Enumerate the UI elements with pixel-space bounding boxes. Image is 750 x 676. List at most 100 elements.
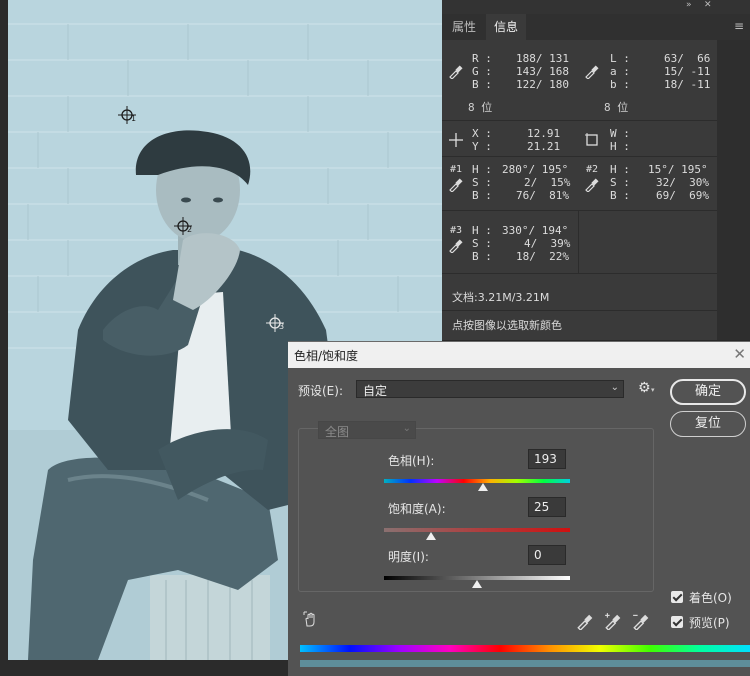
rgb-label-g: G :: [472, 65, 492, 78]
hue-saturation-dialog: 色相/饱和度 ✕ 预设(E): 自定 ⌄ ⚙ ▾ 确定 复位 全图 ⌄ 色相(H…: [288, 341, 750, 676]
panel-tabs: 属性 信息 ≡: [442, 14, 750, 40]
panel-menu-icon[interactable]: ≡: [734, 19, 744, 33]
color-sampler-2[interactable]: 2: [174, 217, 192, 235]
s2-value-b: 69/ 69%: [656, 189, 709, 202]
s2-label-b: B :: [610, 189, 630, 202]
sampler-2-id: #2: [586, 164, 599, 175]
eyedropper-icon: [449, 178, 463, 192]
s3-label-h: H :: [472, 224, 492, 237]
sampler-3-id: #3: [450, 225, 463, 236]
s2-label-h: H :: [610, 163, 630, 176]
saturation-slider-track: [384, 528, 570, 532]
sampler-number: 1: [131, 114, 137, 123]
document-size: 文档:3.21M/3.21M: [452, 291, 550, 304]
hue-slider-thumb[interactable]: [477, 483, 488, 491]
eyedropper-plus-icon[interactable]: [604, 612, 622, 630]
s1-label-h: H :: [472, 163, 492, 176]
dialog-titlebar[interactable]: 色相/饱和度 ✕: [288, 342, 750, 368]
rgb-label-b: B :: [472, 78, 492, 91]
preset-value: 自定: [363, 384, 388, 398]
rgb-value-g: 143/ 168: [516, 65, 569, 78]
lab-label-a: a :: [610, 65, 630, 78]
saturation-input[interactable]: 25: [528, 497, 566, 517]
eyedropper-icon: [449, 65, 463, 79]
saturation-label: 饱和度(A):: [388, 502, 446, 516]
eyedropper-icon[interactable]: [576, 612, 594, 630]
dialog-close-button[interactable]: ✕: [733, 345, 746, 363]
s3-value-h: 330°/ 194°: [502, 224, 569, 237]
s2-value-h: 15°/ 195°: [648, 163, 708, 176]
divider: [442, 156, 717, 157]
s3-value-b: 18/ 22%: [516, 250, 569, 263]
preview-checkbox[interactable]: [671, 616, 683, 628]
input-color-bar: [300, 645, 750, 652]
y-label: Y :: [472, 140, 492, 153]
divider: [442, 310, 717, 311]
divider: [442, 210, 717, 211]
colorize-checkbox[interactable]: [671, 591, 683, 603]
output-color-bar: [300, 660, 750, 667]
hue-label: 色相(H):: [388, 454, 435, 468]
s2-label-s: S :: [610, 176, 630, 189]
color-sampler-1[interactable]: 1: [118, 106, 136, 124]
preset-select[interactable]: 自定 ⌄: [356, 380, 624, 398]
bit-depth-left: 8 位: [468, 101, 493, 114]
s1-value-b: 76/ 81%: [516, 189, 569, 202]
eyedropper-icon: [585, 65, 599, 79]
gear-icon[interactable]: ⚙: [638, 380, 651, 396]
gear-menu-arrow: ▾: [651, 386, 655, 394]
lightness-input[interactable]: 0: [528, 545, 566, 565]
s3-value-s: 4/ 39%: [524, 237, 571, 250]
rgb-value-b: 122/ 180: [516, 78, 569, 91]
eyedropper-icon: [585, 178, 599, 192]
s2-value-s: 32/ 30%: [656, 176, 709, 189]
sampler-1-id: #1: [450, 164, 463, 175]
divider: [578, 211, 579, 273]
close-panel-button[interactable]: ✕: [704, 0, 712, 10]
y-value: 21.21: [527, 140, 561, 153]
hue-input[interactable]: 193: [528, 449, 566, 469]
selection-size-icon: [585, 133, 598, 146]
lab-value-l: 63/ 66: [664, 52, 711, 65]
chevron-down-icon: ⌄: [402, 423, 411, 434]
s1-value-s: 2/ 15%: [524, 176, 571, 189]
rgb-label-r: R :: [472, 52, 492, 65]
lightness-label: 明度(I):: [388, 550, 429, 564]
crosshair-icon: [449, 133, 463, 147]
info-panel: » ✕ 属性 信息 ≡ R : G : B : 188/ 131 143/ 16…: [442, 0, 750, 340]
panel-scrollbar[interactable]: [717, 40, 750, 340]
tab-info[interactable]: 信息: [486, 14, 527, 40]
s3-label-s: S :: [472, 237, 492, 250]
x-value: 12.91: [527, 127, 561, 140]
chevron-down-icon: ⌄: [610, 382, 619, 393]
hand-adjust-icon[interactable]: [302, 610, 320, 628]
lab-label-l: L :: [610, 52, 630, 65]
sampler-number: 2: [187, 225, 193, 234]
dialog-title: 色相/饱和度: [294, 349, 359, 363]
divider: [442, 273, 717, 274]
adjustment-group: [298, 428, 654, 592]
ok-button[interactable]: 确定: [670, 379, 746, 405]
divider: [442, 120, 717, 121]
colorize-label[interactable]: 着色(O): [689, 589, 732, 606]
info-hint: 点按图像以选取新颜色: [452, 319, 562, 332]
reset-button[interactable]: 复位: [670, 411, 746, 437]
tab-properties[interactable]: 属性: [444, 14, 484, 40]
s1-label-s: S :: [472, 176, 492, 189]
lab-label-b: b :: [610, 78, 630, 91]
lab-value-b: 18/ -11: [664, 78, 711, 91]
preview-label[interactable]: 预览(P): [689, 614, 730, 631]
collapse-panel-button[interactable]: »: [686, 0, 692, 10]
sampler-number: 3: [279, 322, 285, 331]
lab-value-a: 15/ -11: [664, 65, 711, 78]
s1-label-b: B :: [472, 189, 492, 202]
lightness-slider-thumb[interactable]: [472, 580, 482, 588]
color-sampler-3[interactable]: 3: [266, 314, 284, 332]
saturation-slider-thumb[interactable]: [425, 532, 436, 540]
eyedropper-minus-icon[interactable]: [632, 612, 650, 630]
w-label: W :: [610, 127, 630, 140]
channel-select[interactable]: 全图 ⌄: [318, 421, 416, 439]
preset-label: 预设(E):: [298, 384, 343, 398]
rgb-value-r: 188/ 131: [516, 52, 569, 65]
panel-topbar: » ✕: [442, 0, 750, 14]
